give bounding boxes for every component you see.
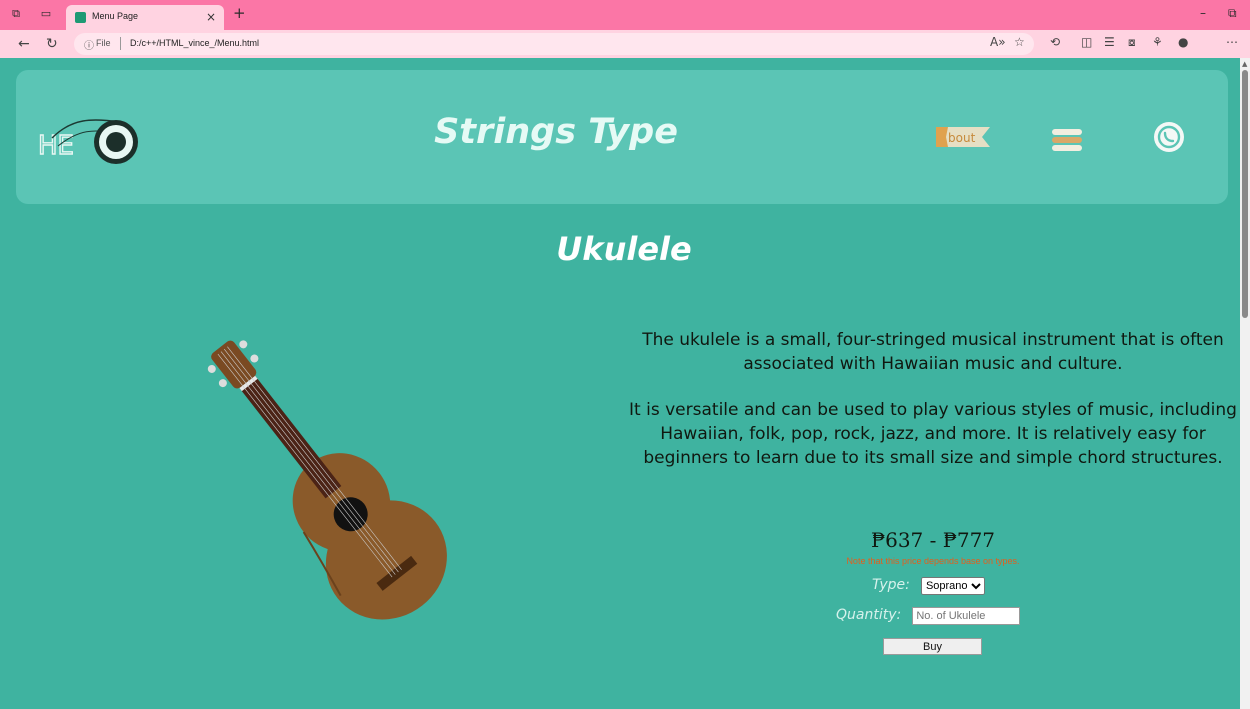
extensions-icon[interactable]: ⟲ (1050, 35, 1060, 49)
workspaces-icon[interactable]: ⧉ (10, 8, 22, 20)
tab-actions-icon[interactable]: ▭ (40, 8, 52, 20)
favorite-icon[interactable]: ☆ (1014, 35, 1025, 49)
new-tab-button[interactable]: + (233, 4, 246, 22)
price-note: Note that this price depends base on typ… (846, 556, 1020, 566)
quantity-label: Quantity: (836, 607, 902, 623)
about-button[interactable]: bout (936, 125, 992, 149)
address-bar-row: ← ↻ ⓘ File D:/c++/HTML_vince_/Menu.html (0, 30, 1250, 58)
restore-icon[interactable]: ⧉ (1228, 6, 1237, 21)
page-content: HE Strings Type bout Ukulele The ukulele… (8, 58, 1240, 709)
tab-title: Menu Page (92, 11, 139, 21)
site-logo[interactable]: HE (32, 108, 142, 168)
logo-text: HE (38, 131, 74, 161)
product-title: Ukulele (556, 230, 692, 268)
divider (120, 37, 121, 50)
buy-button[interactable]: Buy (883, 638, 982, 655)
price-range: ₱637 - ₱777 (870, 528, 996, 552)
info-icon[interactable]: ⓘ (84, 37, 94, 52)
file-label: File (96, 38, 111, 48)
favorites-bar-icon[interactable]: ☰ (1104, 35, 1115, 49)
about-label: bout (948, 131, 976, 145)
refresh-icon[interactable]: ↻ (46, 36, 58, 52)
copilot-icon[interactable]: ⚘ (1152, 35, 1163, 49)
address-bar[interactable]: ⓘ File D:/c++/HTML_vince_/Menu.html (74, 33, 1034, 55)
scroll-up-icon[interactable]: ▲ (1242, 60, 1247, 68)
type-row: Type: Soprano (872, 574, 985, 595)
read-aloud-icon[interactable]: A» (990, 35, 1006, 49)
browser-tab[interactable]: Menu Page × (66, 5, 224, 30)
type-label: Type: (872, 577, 910, 593)
url-text[interactable]: D:/c++/HTML_vince_/Menu.html (130, 38, 259, 48)
ukulele-image (207, 340, 447, 620)
more-icon[interactable]: ⋯ (1226, 35, 1238, 49)
product-description: The ukulele is a small, four-stringed mu… (628, 328, 1238, 492)
collections-icon[interactable]: ⧇ (1128, 35, 1136, 50)
browser-tab-bar: ⧉ ▭ Menu Page × + – ⧉ (0, 0, 1250, 30)
site-header: HE Strings Type bout (16, 70, 1228, 204)
type-select[interactable]: Soprano (920, 577, 985, 595)
minimize-icon[interactable]: – (1200, 6, 1206, 20)
scrollbar[interactable]: ▲ (1240, 58, 1250, 709)
whatsapp-icon[interactable] (1153, 121, 1185, 153)
back-icon[interactable]: ← (18, 36, 30, 52)
quantity-row: Quantity: (836, 604, 1021, 625)
split-screen-icon[interactable]: ◫ (1081, 35, 1092, 49)
scrollbar-thumb[interactable] (1242, 70, 1248, 318)
tab-close-button[interactable]: × (206, 10, 216, 24)
site-title: Strings Type (434, 112, 678, 152)
menu-icon[interactable] (1050, 126, 1084, 152)
description-paragraph: The ukulele is a small, four-stringed mu… (642, 330, 1224, 374)
quantity-input[interactable] (912, 607, 1021, 625)
page-favicon-icon (75, 12, 86, 23)
description-paragraph: It is versatile and can be used to play … (629, 400, 1237, 468)
profile-icon[interactable]: ● (1178, 35, 1188, 49)
